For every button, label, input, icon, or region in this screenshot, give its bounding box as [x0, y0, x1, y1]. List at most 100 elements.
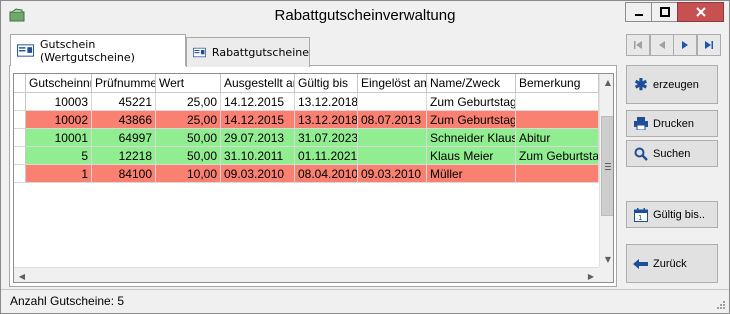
- cell-wert[interactable]: 25,00: [156, 93, 221, 111]
- tab-wertgutscheine[interactable]: Gutschein (Wertgutscheine): [10, 34, 186, 66]
- table-row[interactable]: 10001 64997 50,00 29.07.2013 31.07.2023 …: [14, 129, 599, 147]
- column-header[interactable]: Prüfnummer: [92, 74, 156, 93]
- create-button[interactable]: ✱ erzeugen: [626, 65, 718, 104]
- row-selector[interactable]: [14, 147, 26, 165]
- tab-label: Gutschein (Wertgutscheine): [39, 37, 135, 64]
- table-row[interactable]: 10002 43866 25,00 14.12.2015 13.12.2018 …: [14, 111, 599, 129]
- column-header[interactable]: Name/Zweck: [427, 74, 516, 93]
- cell-wert[interactable]: 50,00: [156, 147, 221, 165]
- cell-wert[interactable]: 25,00: [156, 111, 221, 129]
- last-record-button[interactable]: [697, 34, 721, 56]
- previous-record-button[interactable]: [650, 34, 674, 56]
- cell-gueltig-bis[interactable]: 01.11.2021: [295, 147, 358, 165]
- cell-pruefnummer[interactable]: 12218: [92, 147, 156, 165]
- cell-gueltig-bis[interactable]: 31.07.2023: [295, 129, 358, 147]
- column-header[interactable]: Bemerkung: [516, 74, 599, 93]
- calendar-icon: 1: [633, 207, 649, 222]
- cell-name-zweck[interactable]: Zum Geburtstag: [427, 111, 516, 129]
- cell-bemerkung[interactable]: [516, 111, 599, 129]
- cell-name-zweck[interactable]: Müller: [427, 165, 516, 183]
- cell-wert[interactable]: 10,00: [156, 165, 221, 183]
- cell-gutscheinnr[interactable]: 10001: [26, 129, 92, 147]
- minimize-button[interactable]: [625, 2, 652, 22]
- cell-bemerkung[interactable]: [516, 165, 599, 183]
- cell-bemerkung[interactable]: Abitur: [516, 129, 599, 147]
- maximize-button[interactable]: [651, 2, 678, 22]
- table-row[interactable]: 5 12218 50,00 31.10.2011 01.11.2021 Klau…: [14, 147, 599, 165]
- voucher-table[interactable]: Gutscheinnr. Prüfnummer Wert Ausgestellt…: [13, 73, 614, 283]
- cell-bemerkung[interactable]: [516, 93, 599, 111]
- cell-gueltig-bis[interactable]: 08.04.2010: [295, 165, 358, 183]
- close-icon: [695, 7, 706, 17]
- cell-pruefnummer[interactable]: 84100: [92, 165, 156, 183]
- scroll-down-icon[interactable]: ▼: [600, 251, 613, 267]
- print-button[interactable]: Drucken: [626, 110, 718, 137]
- vertical-scrollbar[interactable]: ▲ ▼: [599, 74, 613, 267]
- back-arrow-icon: [633, 257, 649, 271]
- cell-bemerkung[interactable]: Zum Geburtstag: [516, 147, 599, 165]
- cell-ausgestellt[interactable]: 14.12.2015: [221, 93, 295, 111]
- column-header[interactable]: Ausgestellt am: [221, 74, 295, 93]
- row-selector[interactable]: [14, 165, 26, 183]
- resize-grip-icon[interactable]: [716, 300, 726, 310]
- scroll-right-icon[interactable]: ▶: [583, 268, 599, 282]
- back-button[interactable]: Zurück: [626, 244, 718, 283]
- cell-pruefnummer[interactable]: 45221: [92, 93, 156, 111]
- cell-ausgestellt[interactable]: 09.03.2010: [221, 165, 295, 183]
- scrollbar-corner: [599, 267, 613, 282]
- scroll-thumb[interactable]: [601, 116, 613, 216]
- cell-eingeloest[interactable]: [358, 129, 427, 147]
- valid-until-button[interactable]: 1 Gültig bis..: [626, 201, 718, 228]
- title-bar[interactable]: Rabattgutscheinverwaltung: [1, 1, 729, 31]
- close-button[interactable]: [677, 2, 724, 22]
- cell-ausgestellt[interactable]: 14.12.2015: [221, 111, 295, 129]
- cell-gutscheinnr[interactable]: 1: [26, 165, 92, 183]
- tab-label: Rabattgutscheine: [211, 46, 309, 59]
- cell-eingeloest[interactable]: [358, 147, 427, 165]
- cell-eingeloest[interactable]: [358, 93, 427, 111]
- search-icon: [633, 147, 649, 161]
- cell-gutscheinnr[interactable]: 5: [26, 147, 92, 165]
- cell-name-zweck[interactable]: Schneider Klaus: [427, 129, 516, 147]
- table-row[interactable]: 1 84100 10,00 09.03.2010 08.04.2010 09.0…: [14, 165, 599, 183]
- voucher-icon: [17, 44, 34, 57]
- first-record-button[interactable]: [626, 34, 650, 56]
- cell-gutscheinnr[interactable]: 10003: [26, 93, 92, 111]
- column-header[interactable]: Wert: [156, 74, 221, 93]
- cell-name-zweck[interactable]: Klaus Meier: [427, 147, 516, 165]
- scroll-up-icon[interactable]: ▲: [600, 74, 613, 90]
- cell-wert[interactable]: 50,00: [156, 129, 221, 147]
- column-header[interactable]: Gültig bis: [295, 74, 358, 93]
- next-record-button[interactable]: [673, 34, 697, 56]
- row-selector[interactable]: [14, 93, 26, 111]
- grip-lines-icon: [605, 163, 611, 170]
- cell-ausgestellt[interactable]: 31.10.2011: [221, 147, 295, 165]
- cell-pruefnummer[interactable]: 64997: [92, 129, 156, 147]
- print-label: Drucken: [653, 117, 694, 130]
- cell-name-zweck[interactable]: Zum Geburtstag: [427, 93, 516, 111]
- maximize-icon: [659, 7, 670, 17]
- valid-until-label: Gültig bis..: [653, 208, 705, 221]
- table-row[interactable]: 10003 45221 25,00 14.12.2015 13.12.2018 …: [14, 93, 599, 111]
- printer-icon: [633, 117, 649, 131]
- cell-eingeloest[interactable]: 09.03.2010: [358, 165, 427, 183]
- first-record-icon: [634, 41, 642, 49]
- window-title: Rabattgutscheinverwaltung: [274, 7, 456, 24]
- cell-eingeloest[interactable]: 08.07.2013: [358, 111, 427, 129]
- column-header[interactable]: Eingelöst am: [358, 74, 427, 93]
- cell-gueltig-bis[interactable]: 13.12.2018: [295, 93, 358, 111]
- scroll-left-icon[interactable]: ◀: [14, 268, 30, 282]
- row-selector[interactable]: [14, 129, 26, 147]
- search-button[interactable]: Suchen: [626, 140, 718, 167]
- horizontal-scrollbar[interactable]: ◀ ▶: [14, 267, 599, 282]
- cell-pruefnummer[interactable]: 43866: [92, 111, 156, 129]
- cell-ausgestellt[interactable]: 29.07.2013: [221, 129, 295, 147]
- column-header[interactable]: Gutscheinnr.: [26, 74, 92, 93]
- cell-gueltig-bis[interactable]: 13.12.2018: [295, 111, 358, 129]
- cell-gutscheinnr[interactable]: 10002: [26, 111, 92, 129]
- next-record-icon: [682, 41, 688, 49]
- status-bar: Anzahl Gutscheine: 5: [1, 289, 729, 313]
- app-window: Rabattgutscheinverwaltung Gutschein (Wer…: [0, 0, 730, 314]
- row-selector[interactable]: [14, 111, 26, 129]
- tab-rabattgutscheine[interactable]: Rabattgutscheine: [186, 37, 310, 67]
